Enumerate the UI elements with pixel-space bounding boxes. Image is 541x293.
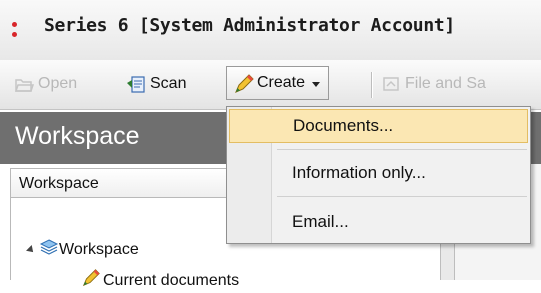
open-button[interactable]: Open bbox=[14, 69, 77, 99]
menu-separator bbox=[277, 149, 527, 150]
workspace-stack-icon bbox=[39, 238, 59, 261]
menu-item-information-only[interactable]: Information only... bbox=[229, 157, 528, 191]
menu-item-documents[interactable]: Documents... bbox=[229, 109, 528, 143]
create-label: Create bbox=[257, 74, 306, 91]
tree-item-current-documents[interactable]: Current documents bbox=[81, 268, 239, 293]
file-and-save-button[interactable]: File and Sa bbox=[381, 69, 486, 99]
pencil-icon bbox=[81, 268, 101, 293]
chevron-down-icon bbox=[312, 81, 321, 87]
open-folder-icon bbox=[14, 74, 35, 94]
menu-item-email[interactable]: Email... bbox=[229, 206, 528, 240]
menu-item-label: Email... bbox=[292, 212, 349, 231]
menu-separator bbox=[277, 196, 527, 197]
scanner-icon bbox=[126, 74, 146, 94]
create-dropdown-menu: Documents... Information only... Email..… bbox=[226, 106, 531, 244]
expand-triangle-icon[interactable] bbox=[26, 244, 36, 255]
window-title: Series 6 [System Administrator Account] bbox=[44, 15, 455, 36]
file-and-save-label: File and Sa bbox=[405, 75, 486, 92]
file-save-icon bbox=[381, 74, 401, 94]
tree-item-label: Workspace bbox=[59, 240, 139, 258]
menu-item-label: Information only... bbox=[292, 163, 426, 182]
toolbar: Open Scan Create File and Sa bbox=[0, 60, 541, 110]
create-button[interactable]: Create bbox=[226, 66, 330, 100]
workspace-panel-title: Workspace bbox=[15, 122, 140, 150]
tree-item-label: Current documents bbox=[103, 271, 240, 289]
tree-item-workspace[interactable]: Workspace bbox=[26, 238, 139, 261]
app-icon[interactable] bbox=[9, 22, 19, 42]
menu-item-label: Documents... bbox=[293, 116, 394, 135]
open-label: Open bbox=[38, 75, 78, 92]
title-bar: Series 6 [System Administrator Account] bbox=[0, 0, 541, 61]
pencil-icon bbox=[233, 73, 254, 93]
toolbar-separator bbox=[371, 72, 372, 98]
scan-button[interactable]: Scan bbox=[126, 69, 186, 99]
workspace-column-label: Workspace bbox=[19, 175, 99, 192]
scan-label: Scan bbox=[150, 75, 187, 92]
